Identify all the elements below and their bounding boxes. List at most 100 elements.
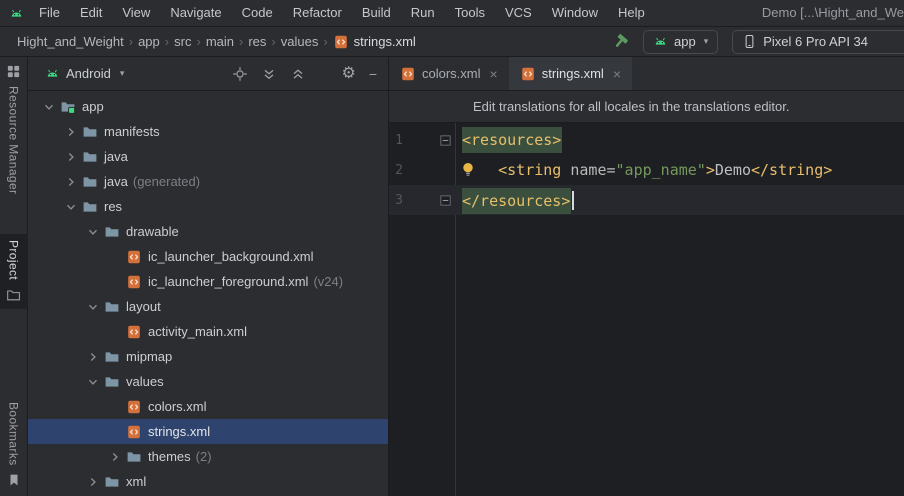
breadcrumb-res[interactable]: res (245, 34, 269, 49)
code-line-3[interactable]: 3 </resources> (389, 185, 904, 215)
tool-button-bookmarks[interactable]: Bookmarks (0, 396, 28, 493)
chevron-expanded-icon[interactable] (84, 299, 101, 315)
tree-item-label: colors.xml (148, 399, 207, 414)
build-hammer-icon[interactable] (612, 33, 629, 50)
code-token: name (570, 161, 607, 179)
tree-item-label: manifests (104, 124, 160, 139)
collapse-all-icon[interactable] (290, 66, 306, 82)
breadcrumb: Hight_and_Weight › app › src › main › res › values… (0, 34, 419, 50)
tree-item-mipmap[interactable]: mipmap (28, 344, 388, 369)
menu-bar: File Edit View Navigate Code Refactor Build Run… (0, 0, 904, 27)
chevron-collapsed-icon[interactable] (84, 349, 101, 365)
chevron-collapsed-icon[interactable] (62, 149, 79, 165)
tree-item-res[interactable]: res (28, 194, 388, 219)
translations-banner: Edit translations for all locales in the… (389, 91, 904, 123)
breadcrumb-separator: › (271, 34, 276, 49)
settings-gear-icon[interactable]: ⚙ (341, 65, 355, 82)
menu-code[interactable]: Code (232, 0, 283, 26)
intention-lightbulb-icon[interactable] (460, 161, 476, 180)
breadcrumb-label: src (174, 34, 192, 49)
panel-splitter[interactable] (388, 57, 389, 496)
menu-navigate[interactable]: Navigate (160, 0, 231, 26)
tree-item-ic_launcher_foreground.xml-v24[interactable]: ic_launcher_foreground.xml (v24) (28, 269, 388, 294)
code-text: </resources> (455, 187, 575, 214)
code-token: </resources> (462, 187, 572, 214)
chevron-collapsed-icon[interactable] (62, 124, 79, 140)
breadcrumb-label: Hight_and_Weight (17, 34, 124, 49)
code-token: > (705, 161, 715, 179)
folder-icon (81, 174, 98, 190)
folder-icon (81, 199, 98, 215)
breadcrumb-src[interactable]: src (171, 34, 194, 49)
tree-item-colors.xml[interactable]: colors.xml (28, 394, 388, 419)
menu-file[interactable]: File (29, 0, 70, 26)
project-view-selector[interactable]: Android ▾ (45, 66, 124, 81)
tree-item-values[interactable]: values (28, 369, 388, 394)
chevron-collapsed-icon[interactable] (62, 174, 79, 190)
tree-item-ic_launcher_background.xml[interactable]: ic_launcher_background.xml (28, 244, 388, 269)
hide-panel-icon[interactable]: − (369, 67, 377, 81)
tree-item-java-generated[interactable]: java (generated) (28, 169, 388, 194)
xml-file-icon (333, 34, 349, 50)
breadcrumb-strings.xml[interactable]: strings.xml (330, 34, 419, 50)
breadcrumb-separator: › (196, 34, 201, 49)
breadcrumb-values[interactable]: values (278, 34, 322, 49)
tree-item-themes-2[interactable]: themes (2) (28, 444, 388, 469)
device-selector[interactable]: Pixel 6 Pro API 34 (732, 29, 904, 54)
tree-item-layout[interactable]: layout (28, 294, 388, 319)
expand-all-icon[interactable] (261, 66, 277, 82)
tree-item-xml[interactable]: xml (28, 469, 388, 494)
phone-icon (742, 34, 757, 49)
project-panel-toolbar: ⚙ − (232, 65, 377, 82)
menu-help[interactable]: Help (608, 0, 655, 26)
code-line-1[interactable]: 1 <resources> (389, 125, 904, 155)
chevron-expanded-icon[interactable] (84, 224, 101, 240)
close-tab-icon[interactable]: × (613, 67, 621, 81)
chevron-expanded-icon[interactable] (62, 199, 79, 215)
menu-edit[interactable]: Edit (70, 0, 112, 26)
fold-marker-icon[interactable] (435, 194, 455, 206)
code-editor[interactable]: 1 <resources> 2 <string name="app_name">De… (389, 123, 904, 496)
code-line-2[interactable]: 2 <string name="app_name">Demo</string> (389, 155, 904, 185)
chevron-collapsed-icon[interactable] (106, 449, 123, 465)
tree-item-java[interactable]: java (28, 144, 388, 169)
editor-tab-strings.xml[interactable]: strings.xml × (508, 57, 633, 90)
tree-item-activity_main.xml[interactable]: activity_main.xml (28, 319, 388, 344)
tree-item-label: drawable (126, 224, 179, 239)
chevron-collapsed-icon[interactable] (84, 474, 101, 490)
close-tab-icon[interactable]: × (490, 67, 498, 81)
tree-item-strings.xml[interactable]: strings.xml (28, 419, 388, 444)
code-text: <string name="app_name">Demo</string> (455, 161, 832, 179)
android-studio-window: File Edit View Navigate Code Refactor Build Run… (0, 0, 904, 496)
breadcrumb-main[interactable]: main (203, 34, 237, 49)
menu-build[interactable]: Build (352, 0, 401, 26)
run-config-selector[interactable]: app ▾ (643, 29, 719, 54)
tree-item-label: layout (126, 299, 161, 314)
breadcrumb-app[interactable]: app (135, 34, 163, 49)
tree-item-app[interactable]: app (28, 94, 388, 119)
menu-view[interactable]: View (112, 0, 160, 26)
tree-item-manifests[interactable]: manifests (28, 119, 388, 144)
tool-button-resource-manager[interactable]: Resource Manager (0, 58, 28, 200)
menu-window[interactable]: Window (542, 0, 608, 26)
chevron-expanded-icon[interactable] (84, 374, 101, 390)
tool-button-project[interactable]: Project (0, 234, 28, 309)
text-caret (572, 190, 575, 210)
locate-file-icon[interactable] (232, 66, 248, 82)
breadcrumb-separator: › (323, 34, 328, 49)
breadcrumb-separator: › (164, 34, 170, 49)
menu-refactor[interactable]: Refactor (283, 0, 352, 26)
breadcrumb-hight_and_weight[interactable]: Hight_and_Weight (14, 34, 127, 49)
bookmark-icon (7, 473, 21, 487)
breadcrumb-label: main (205, 34, 234, 49)
menu-run[interactable]: Run (401, 0, 445, 26)
fold-marker-icon[interactable] (435, 134, 455, 146)
tree-item-drawable[interactable]: drawable (28, 219, 388, 244)
menu-vcs[interactable]: VCS (495, 0, 542, 26)
menu-tools[interactable]: Tools (445, 0, 495, 26)
editor-tab-colors.xml[interactable]: colors.xml × (389, 57, 509, 90)
tree-item-label: app (82, 99, 104, 114)
chevron-expanded-icon[interactable] (40, 99, 57, 115)
folder-icon (103, 224, 120, 240)
